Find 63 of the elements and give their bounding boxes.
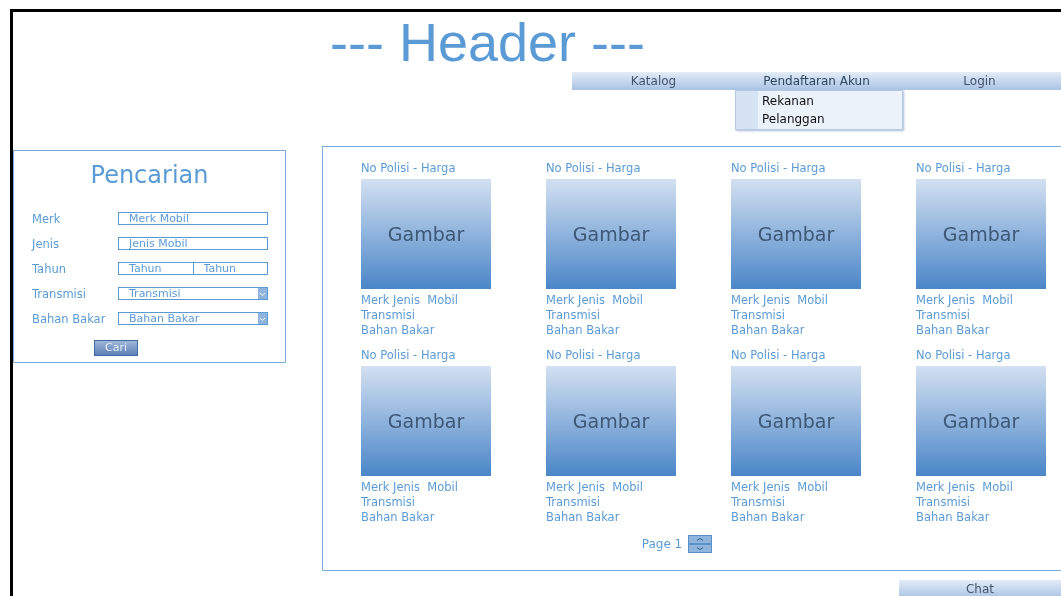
page-label: Page 1 <box>641 537 683 551</box>
image-frame: Gambar <box>916 179 1046 289</box>
dropdown-field[interactable]: Bahan Bakar <box>118 312 268 325</box>
card-text: Transmisi <box>731 308 786 323</box>
image-frame: Gambar <box>731 179 861 289</box>
nav-item[interactable]: Login <box>963 72 996 90</box>
image-frame: Gambar <box>916 366 1046 476</box>
menu-item[interactable]: Rekanan <box>762 92 825 110</box>
image-frame: Gambar <box>546 366 676 476</box>
card-text: Merk Jenis Mobil <box>916 293 1014 308</box>
card-text: Transmisi <box>731 495 786 510</box>
card-text: Merk Jenis Mobil <box>731 480 829 495</box>
field-label: Bahan Bakar <box>32 311 107 326</box>
chevron-down-icon <box>258 288 267 299</box>
card-text: Bahan Bakar <box>361 510 436 525</box>
card-text: Transmisi <box>361 308 416 323</box>
dropdown-field[interactable]: Transmisi <box>118 287 268 300</box>
nav-item[interactable]: Pendaftaran Akun <box>763 72 870 90</box>
input-field[interactable]: Jenis Mobil <box>118 237 268 250</box>
card-text: Transmisi <box>546 495 601 510</box>
image-frame: Gambar <box>361 179 491 289</box>
header-title: --- Header --- <box>330 12 645 72</box>
card-title: No Polisi - Harga <box>916 348 1012 364</box>
card-title: No Polisi - Harga <box>731 348 827 364</box>
card-title: No Polisi - Harga <box>546 348 642 364</box>
field-label: Merk <box>32 211 62 226</box>
field-label: Transmisi <box>32 286 87 301</box>
card-title: No Polisi - Harga <box>361 161 457 177</box>
card-text: Merk Jenis Mobil <box>916 480 1014 495</box>
card-text: Bahan Bakar <box>546 323 621 338</box>
field-label: Tahun <box>32 261 68 276</box>
nav-item[interactable]: Katalog <box>630 72 677 90</box>
spinner-icon[interactable] <box>688 535 713 553</box>
card-title: No Polisi - Harga <box>546 161 642 177</box>
image-frame: Gambar <box>546 179 676 289</box>
card-text: Merk Jenis Mobil <box>546 480 644 495</box>
card-text: Transmisi <box>546 308 601 323</box>
image-frame: Gambar <box>361 366 491 476</box>
card-title: No Polisi - Harga <box>731 161 827 177</box>
image-frame: Gambar <box>731 366 861 476</box>
card-text: Bahan Bakar <box>916 323 991 338</box>
panel-title: Pencarian <box>89 161 210 191</box>
menu-item[interactable]: Pelanggan <box>762 110 825 128</box>
card-title: No Polisi - Harga <box>916 161 1012 177</box>
card-text: Merk Jenis Mobil <box>361 293 459 308</box>
card-text: Bahan Bakar <box>361 323 436 338</box>
card-text: Bahan Bakar <box>731 510 806 525</box>
input-field[interactable]: Tahun <box>193 262 268 275</box>
card-text: Merk Jenis Mobil <box>546 293 644 308</box>
card-text: Transmisi <box>916 308 971 323</box>
input-field[interactable]: Tahun <box>118 262 194 275</box>
card-text: Transmisi <box>916 495 971 510</box>
field-label: Jenis <box>32 236 60 251</box>
chat-button[interactable]: Chat <box>899 580 1061 596</box>
chevron-down-icon <box>258 313 267 324</box>
card-text: Bahan Bakar <box>916 510 991 525</box>
card-text: Merk Jenis Mobil <box>731 293 829 308</box>
card-text: Transmisi <box>361 495 416 510</box>
input-field[interactable]: Merk Mobil <box>118 212 268 225</box>
card-title: No Polisi - Harga <box>361 348 457 364</box>
card-text: Bahan Bakar <box>546 510 621 525</box>
card-text: Bahan Bakar <box>731 323 806 338</box>
card-text: Merk Jenis Mobil <box>361 480 459 495</box>
